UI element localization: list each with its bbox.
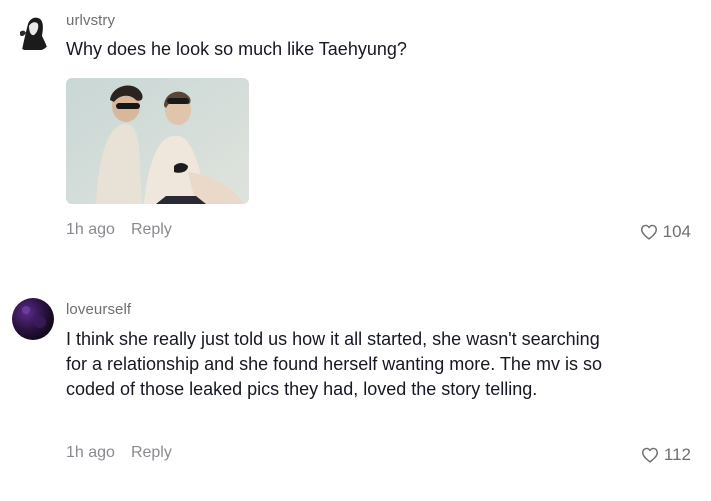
photo-image: [66, 78, 249, 204]
comment-username[interactable]: loveurself: [66, 301, 131, 318]
like-button[interactable]: 112: [641, 445, 691, 465]
comment-meta: 1h ago Reply: [66, 444, 172, 462]
comment-item: loveurself I think she really just told …: [0, 290, 711, 490]
comment-text: I think she really just told us how it a…: [66, 329, 602, 399]
like-count: 112: [663, 445, 691, 464]
reply-button[interactable]: Reply: [131, 221, 172, 239]
comment-item: urlvstry Why does he look so much like T…: [0, 0, 711, 260]
user-avatar[interactable]: [12, 298, 54, 340]
like-button[interactable]: 104: [640, 222, 691, 242]
avatar-image: [12, 10, 54, 52]
comment-photo[interactable]: [66, 78, 249, 204]
reply-button[interactable]: Reply: [131, 444, 172, 462]
heart-icon: [641, 447, 658, 463]
heart-icon: [640, 224, 657, 240]
comment-username[interactable]: urlvstry: [66, 12, 115, 29]
user-avatar[interactable]: [12, 10, 54, 52]
comment-text: Why does he look so much like Taehyung?: [66, 39, 407, 59]
like-count: 104: [662, 222, 691, 241]
avatar-image: [12, 298, 54, 340]
comment-meta: 1h ago Reply: [66, 221, 172, 239]
comment-timestamp: 1h ago: [66, 444, 115, 461]
comment-timestamp: 1h ago: [66, 221, 115, 238]
